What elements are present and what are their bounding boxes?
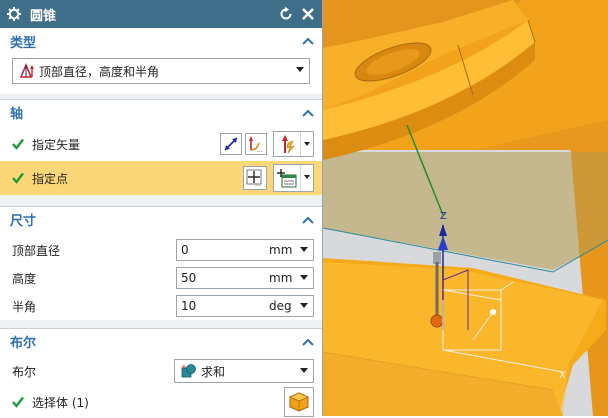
svg-text:...: ... bbox=[257, 147, 263, 153]
dimension-row-top-diameter: 顶部直径 0 mm bbox=[0, 236, 322, 264]
close-icon[interactable] bbox=[300, 6, 316, 22]
chevron-down-icon bbox=[300, 368, 308, 373]
chevron-down-icon[interactable] bbox=[300, 132, 313, 156]
top-diameter-value[interactable]: 0 bbox=[177, 243, 263, 257]
select-body-button[interactable] bbox=[284, 387, 314, 417]
chevron-down-icon[interactable] bbox=[300, 275, 308, 280]
dialog-titlebar: 圆锥 bbox=[0, 0, 322, 28]
height-value[interactable]: 50 bbox=[177, 271, 263, 285]
boolean-dropdown-value: 求和 bbox=[201, 364, 226, 379]
inferred-vector-icon bbox=[282, 135, 295, 154]
vector-dialog-button[interactable]: ... bbox=[245, 133, 267, 155]
cone-dialog: 圆锥 类型 顶部直径，高度和半角 轴 指定矢量 ... 指定点 ... 尺寸 顶… bbox=[0, 0, 323, 418]
vector-type-dropdown[interactable] bbox=[273, 131, 314, 157]
section-boolean-title: 布尔 bbox=[10, 336, 37, 351]
specify-vector-label: 指定矢量 bbox=[32, 137, 81, 152]
specify-point-label: 指定点 bbox=[32, 171, 69, 186]
section-type-title: 类型 bbox=[10, 35, 37, 51]
section-dimensions-header[interactable]: 尺寸 bbox=[0, 206, 322, 232]
boolean-row: 布尔 + 求和 bbox=[0, 356, 322, 386]
graphics-viewport[interactable]: Z X bbox=[323, 0, 608, 416]
vector-dialog-icon: ... bbox=[249, 136, 263, 153]
datum-plane bbox=[323, 152, 608, 270]
boolean-label: 布尔 bbox=[12, 364, 37, 379]
dimension-row-half-angle: 半角 10 deg bbox=[0, 292, 322, 320]
reset-icon[interactable] bbox=[278, 6, 294, 22]
inferred-point-icon bbox=[277, 169, 297, 188]
chevron-down-icon bbox=[296, 67, 304, 72]
specify-point-row[interactable]: 指定点 ... bbox=[0, 161, 322, 195]
section-type-header[interactable]: 类型 bbox=[0, 28, 322, 54]
select-body-row[interactable]: 选择体 (1) bbox=[0, 386, 322, 418]
unite-icon: + bbox=[181, 363, 196, 378]
svg-text:+: + bbox=[181, 363, 187, 371]
height-field[interactable]: 50 mm bbox=[176, 267, 314, 289]
height-label: 高度 bbox=[12, 271, 37, 286]
svg-text:...: ... bbox=[255, 181, 261, 187]
chevron-down-icon[interactable] bbox=[300, 165, 313, 191]
section-axis-header[interactable]: 轴 bbox=[0, 99, 322, 125]
cone-type-icon bbox=[19, 63, 34, 78]
boolean-dropdown[interactable]: + 求和 bbox=[174, 359, 314, 383]
section-type-body: 顶部直径，高度和半角 bbox=[0, 54, 322, 94]
dimension-row-height: 高度 50 mm bbox=[0, 264, 322, 292]
chevron-down-icon[interactable] bbox=[300, 303, 308, 308]
specify-vector-row[interactable]: 指定矢量 ... bbox=[0, 127, 322, 161]
section-boolean-header[interactable]: 布尔 bbox=[0, 328, 322, 354]
x-axis-label: X bbox=[559, 370, 566, 381]
half-angle-label: 半角 bbox=[12, 299, 37, 314]
gear-icon[interactable] bbox=[6, 6, 22, 22]
section-dimensions-title: 尺寸 bbox=[10, 214, 37, 229]
dialog-title: 圆锥 bbox=[30, 8, 57, 24]
origin-handle[interactable] bbox=[430, 314, 444, 328]
chevron-up-icon[interactable] bbox=[302, 215, 314, 225]
point-dialog-icon: ... bbox=[246, 169, 262, 187]
type-dropdown[interactable]: 顶部直径，高度和半角 bbox=[12, 58, 310, 84]
point-dialog-button[interactable]: ... bbox=[243, 166, 267, 190]
check-icon bbox=[12, 138, 24, 150]
point-type-dropdown[interactable] bbox=[273, 164, 314, 192]
model-scene: Z X bbox=[323, 0, 608, 416]
chevron-up-icon[interactable] bbox=[302, 36, 314, 46]
type-dropdown-value: 顶部直径，高度和半角 bbox=[39, 64, 160, 79]
solid-body-icon bbox=[289, 392, 309, 412]
top-diameter-label: 顶部直径 bbox=[12, 243, 61, 258]
reverse-direction-button[interactable] bbox=[220, 133, 242, 155]
half-angle-value[interactable]: 10 bbox=[177, 299, 263, 313]
select-body-label: 选择体 (1) bbox=[32, 395, 89, 410]
chevron-up-icon[interactable] bbox=[302, 108, 314, 118]
half-angle-field[interactable]: 10 deg bbox=[176, 295, 314, 317]
reverse-direction-icon bbox=[224, 137, 238, 151]
check-icon bbox=[12, 172, 24, 184]
chevron-down-icon[interactable] bbox=[300, 247, 308, 252]
check-icon bbox=[12, 396, 24, 408]
chevron-up-icon[interactable] bbox=[302, 337, 314, 347]
z-axis-label: Z bbox=[440, 211, 447, 222]
section-axis-title: 轴 bbox=[10, 107, 24, 122]
top-diameter-field[interactable]: 0 mm bbox=[176, 239, 314, 261]
